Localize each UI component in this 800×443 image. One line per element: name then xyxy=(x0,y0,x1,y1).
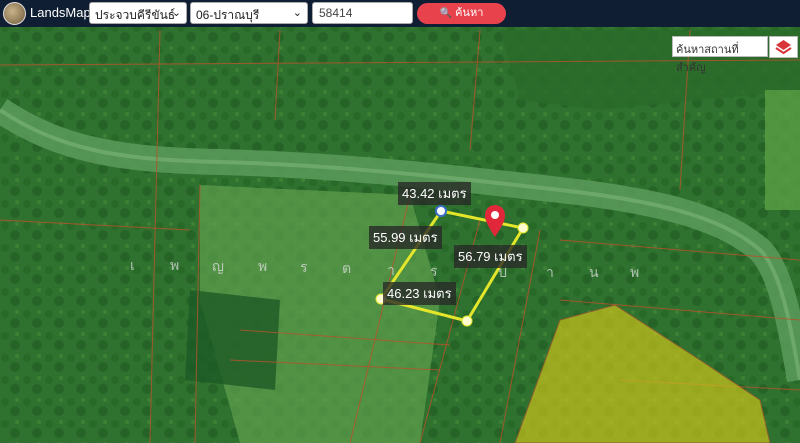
road-label-char: ญ xyxy=(212,259,224,275)
measurement-label-left: 55.99 เมตร xyxy=(369,226,442,249)
chevron-down-icon: ⌄ xyxy=(171,7,181,19)
measurement-label-bottom: 46.23 เมตร xyxy=(383,282,456,305)
search-button[interactable]: 🔍 ค้นหา xyxy=(417,3,506,24)
layers-button[interactable] xyxy=(769,36,798,58)
logo[interactable] xyxy=(3,2,26,25)
road-label-char: ร xyxy=(300,260,308,276)
place-search-input[interactable]: ค้นหาสถานที่สำคัญ xyxy=(672,36,768,74)
vertex-handle[interactable] xyxy=(461,315,473,327)
road-label-char: า xyxy=(387,263,395,279)
road-label-char: ร xyxy=(430,264,438,280)
chevron-down-icon: ⌄ xyxy=(292,7,302,19)
top-bar: LandsMaps ประจวบคีรีขันธ์ ⌄ 06-ปราณบุรี … xyxy=(0,0,800,27)
brand-name: LandsMaps xyxy=(30,5,98,20)
road-label-char: ต xyxy=(342,261,352,277)
road-label-char: พ xyxy=(170,258,180,274)
road-label-char: เ xyxy=(130,258,135,274)
road-label-char: พ xyxy=(630,265,640,281)
search-button-label: ค้นหา xyxy=(455,7,484,19)
road-label-char: พ xyxy=(258,259,268,275)
district-value: 06-ปราณบุรี xyxy=(196,8,260,22)
parcel-number-input[interactable]: 58414 xyxy=(312,2,413,24)
road-label-char: า xyxy=(546,265,554,281)
search-icon: 🔍 xyxy=(439,8,453,19)
measurement-label-right: 56.79 เมตร xyxy=(454,245,527,268)
vertex-handle[interactable] xyxy=(517,222,529,234)
road-label-char: น xyxy=(589,265,599,281)
province-select[interactable]: ประจวบคีรีขันธ์ ⌄ xyxy=(89,2,187,24)
district-select[interactable]: 06-ปราณบุรี ⌄ xyxy=(190,2,308,24)
layers-icon xyxy=(775,40,792,55)
measurement-label-top: 43.42 เมตร xyxy=(398,182,471,205)
province-value: ประจวบคีรีขันธ์ xyxy=(95,8,176,22)
vertex-handle[interactable] xyxy=(435,205,447,217)
